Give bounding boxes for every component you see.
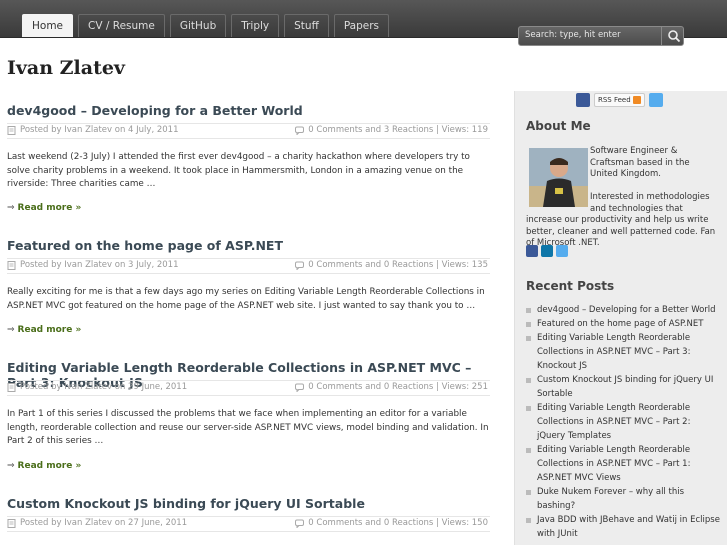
tab-stuff[interactable]: Stuff [284, 14, 329, 37]
recent-post-link[interactable]: Editing Variable Length Reorderable Coll… [537, 445, 690, 483]
facebook-icon[interactable] [576, 93, 590, 107]
list-item[interactable]: dev4good – Developing for a Better World [526, 303, 721, 317]
bullet-icon [526, 448, 531, 453]
document-icon [7, 125, 16, 135]
post-title[interactable]: Custom Knockout JS binding for jQuery UI… [7, 496, 490, 511]
post-meta: Posted by Ivan Zlatev on 27 June, 2011 0… [7, 516, 490, 532]
list-item[interactable]: Java BDD with JBehave and Watij in Eclip… [526, 513, 721, 541]
arrow-icon: ⇒ [7, 203, 15, 213]
post: dev4good – Developing for a Better World… [7, 103, 490, 213]
arrow-icon: ⇒ [7, 325, 15, 335]
profile-links [526, 245, 568, 257]
read-more-link[interactable]: ⇒ Read more » [7, 461, 81, 471]
site-title[interactable]: Ivan Zlatev [7, 57, 125, 79]
post-meta: Posted by Ivan Zlatev on 3 July, 2011 0 … [7, 258, 490, 274]
list-item[interactable]: Duke Nukem Forever – why all this bashin… [526, 485, 721, 513]
about-me-heading: About Me [526, 119, 591, 133]
post: Featured on the home page of ASP.NET Pos… [7, 238, 490, 335]
comment-icon [295, 519, 305, 528]
post: Custom Knockout JS binding for jQuery UI… [7, 496, 490, 532]
read-more-link[interactable]: ⇒ Read more » [7, 203, 81, 213]
post-stats[interactable]: 0 Comments and 0 Reactions | Views: 135 [308, 260, 488, 270]
comment-icon [295, 126, 305, 135]
bullet-icon [526, 406, 531, 411]
rss-label: RSS Feed [598, 96, 631, 104]
facebook-icon[interactable] [526, 245, 538, 257]
read-more-link[interactable]: ⇒ Read more » [7, 325, 81, 335]
twitter-icon[interactable] [556, 245, 568, 257]
recent-post-link[interactable]: Editing Variable Length Reorderable Coll… [537, 333, 690, 371]
post: Editing Variable Length Reorderable Coll… [7, 360, 490, 471]
comment-icon [295, 383, 305, 392]
post-author-date: Posted by Ivan Zlatev on 27 June, 2011 [20, 518, 188, 528]
search-icon[interactable] [666, 28, 682, 44]
post-meta: Posted by Ivan Zlatev on 4 July, 2011 0 … [7, 123, 490, 139]
recent-post-link[interactable]: Featured on the home page of ASP.NET [537, 319, 703, 329]
read-more-label: Read more » [17, 203, 82, 213]
recent-post-link[interactable]: Java BDD with JBehave and Watij in Eclip… [537, 515, 720, 539]
search-divider [661, 27, 662, 45]
social-links: RSS Feed [576, 93, 663, 107]
search-box[interactable]: Search: type, hit enter [518, 26, 684, 46]
post-author-date: Posted by Ivan Zlatev on 29 June, 2011 [20, 382, 188, 392]
rss-icon [632, 96, 641, 104]
arrow-icon: ⇒ [7, 461, 15, 471]
tab-cv-resume[interactable]: CV / Resume [78, 14, 165, 37]
recent-post-link[interactable]: dev4good – Developing for a Better World [537, 305, 716, 315]
about-me-text: Software Engineer & Craftsman based in t… [526, 146, 716, 250]
sidebar: RSS Feed About Me Software Engineer & Cr… [514, 91, 727, 545]
tab-home[interactable]: Home [22, 14, 74, 37]
bullet-icon [526, 336, 531, 341]
list-item[interactable]: Editing Variable Length Reorderable Coll… [526, 331, 721, 373]
linkedin-icon[interactable] [541, 245, 553, 257]
list-item[interactable]: Editing Variable Length Reorderable Coll… [526, 401, 721, 443]
comment-icon [295, 261, 305, 270]
bullet-icon [526, 308, 531, 313]
tab-papers[interactable]: Papers [333, 14, 390, 37]
read-more-label: Read more » [17, 461, 82, 471]
main-nav: Home CV / Resume GitHub Triply Stuff Pap… [22, 14, 390, 37]
bullet-icon [526, 322, 531, 327]
post-author-date: Posted by Ivan Zlatev on 3 July, 2011 [20, 260, 179, 270]
search-input[interactable]: Search: type, hit enter [525, 30, 621, 40]
list-item[interactable]: Featured on the home page of ASP.NET [526, 317, 721, 331]
twitter-icon[interactable] [648, 93, 663, 107]
about-me-intro: Software Engineer & Craftsman based in t… [590, 146, 690, 179]
document-icon [7, 382, 16, 392]
list-item[interactable]: Custom Knockout JS binding for jQuery UI… [526, 373, 721, 401]
read-more-label: Read more » [17, 325, 82, 335]
post-title[interactable]: dev4good – Developing for a Better World [7, 103, 490, 118]
post-excerpt: Really exciting for me is that a few day… [7, 287, 485, 311]
rss-feed-link[interactable]: RSS Feed [594, 93, 645, 107]
post-excerpt: Last weekend (2-3 July) I attended the f… [7, 152, 470, 189]
recent-post-link[interactable]: Custom Knockout JS binding for jQuery UI… [537, 375, 713, 399]
bullet-icon [526, 490, 531, 495]
tab-triply[interactable]: Triply [231, 14, 280, 37]
list-item[interactable]: Editing Variable Length Reorderable Coll… [526, 443, 721, 485]
post-stats[interactable]: 0 Comments and 0 Reactions | Views: 150 [308, 518, 488, 528]
bullet-icon [526, 378, 531, 383]
post-excerpt: In Part 1 of this series I discussed the… [7, 409, 489, 446]
recent-posts-heading: Recent Posts [526, 279, 615, 293]
recent-post-link[interactable]: Duke Nukem Forever – why all this bashin… [537, 487, 684, 511]
recent-post-link[interactable]: Editing Variable Length Reorderable Coll… [537, 403, 690, 441]
document-icon [7, 260, 16, 270]
post-title[interactable]: Featured on the home page of ASP.NET [7, 238, 490, 253]
tab-github[interactable]: GitHub [169, 14, 227, 37]
post-stats[interactable]: 0 Comments and 0 Reactions | Views: 251 [308, 382, 488, 392]
post-stats[interactable]: 0 Comments and 3 Reactions | Views: 119 [308, 125, 488, 135]
post-meta: Posted by Ivan Zlatev on 29 June, 2011 0… [7, 380, 490, 396]
recent-posts-list: dev4good – Developing for a Better World… [526, 303, 721, 541]
post-author-date: Posted by Ivan Zlatev on 4 July, 2011 [20, 125, 179, 135]
document-icon [7, 518, 16, 528]
bullet-icon [526, 518, 531, 523]
